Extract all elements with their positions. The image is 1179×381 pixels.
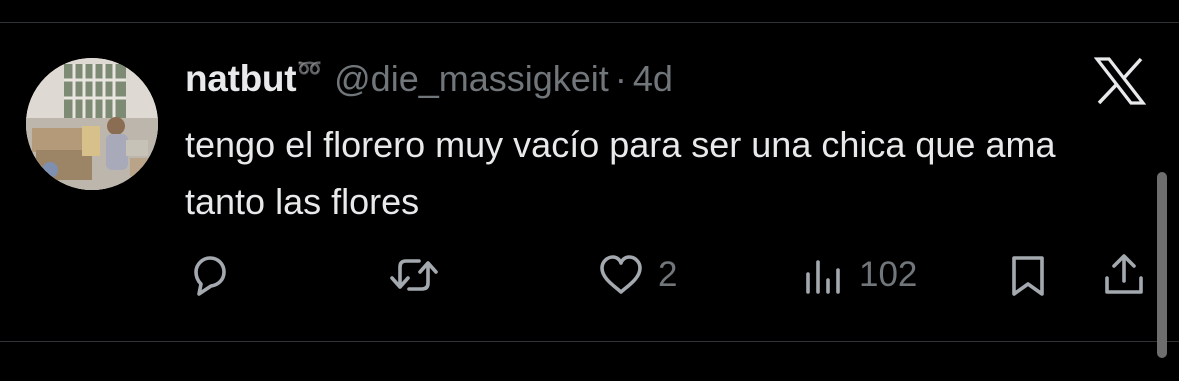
display-name[interactable]: natbut [185, 58, 297, 100]
user-handle[interactable]: @die_massigkeit [334, 58, 609, 100]
like-button[interactable]: 2 [596, 252, 677, 298]
name-emoji: ➿ [297, 58, 323, 80]
share-icon [1101, 252, 1147, 298]
separator-dot: · [614, 58, 627, 99]
views-button[interactable]: 102 [803, 252, 917, 298]
views-count: 102 [859, 255, 918, 294]
timestamp[interactable]: 4d [633, 58, 673, 100]
share-button[interactable] [1101, 252, 1147, 298]
views-chart-icon [803, 252, 847, 298]
bottom-divider [0, 341, 1179, 342]
avatar-photo [26, 58, 158, 190]
x-logo-icon[interactable] [1093, 55, 1147, 107]
reply-icon [186, 252, 234, 298]
reply-button[interactable] [186, 252, 234, 298]
heart-icon [596, 252, 646, 298]
retweet-icon [386, 252, 442, 298]
scrollbar-thumb[interactable] [1157, 172, 1167, 358]
like-count: 2 [658, 255, 678, 294]
avatar[interactable] [26, 58, 158, 190]
retweet-button[interactable] [386, 252, 442, 298]
tweet-text: tengo el florero muy vacío para ser una … [185, 124, 1056, 222]
bookmark-icon [1007, 252, 1049, 298]
bookmark-button[interactable] [1007, 252, 1049, 298]
tweet-header: natbut ➿ @die_massigkeit · 4d [185, 58, 673, 104]
